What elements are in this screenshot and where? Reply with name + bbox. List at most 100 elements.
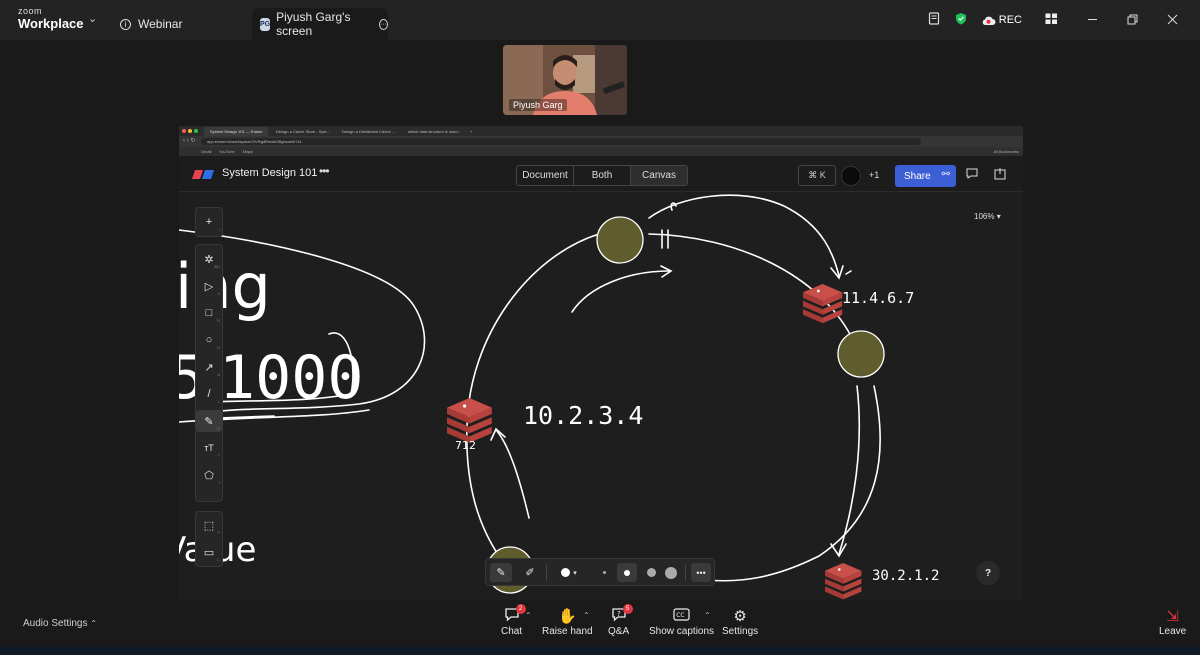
view-grid-icon[interactable]: [1045, 13, 1058, 28]
stroke-l-option[interactable]: [662, 563, 680, 582]
zoom-level[interactable]: 106% ▾: [974, 212, 1001, 221]
comments-icon[interactable]: [966, 168, 978, 182]
chevron-up-icon[interactable]: ⌃: [525, 611, 532, 620]
redis-server-icon[interactable]: [803, 284, 843, 324]
chevron-up-icon[interactable]: ⌃: [704, 611, 711, 620]
record-button[interactable]: REC: [981, 14, 1022, 26]
pen-icon: ✎: [204, 415, 214, 428]
stroke-m-option[interactable]: [642, 563, 660, 582]
tool-arrow[interactable]: ↗ A: [196, 356, 222, 378]
document-title[interactable]: System Design 101: [222, 167, 317, 179]
bookmark-item[interactable]: YouTube: [219, 147, 235, 156]
color-picker[interactable]: ▾: [554, 563, 584, 582]
pen-icon[interactable]: ✎: [490, 563, 512, 582]
canvas-text[interactable]: 1000: [219, 343, 364, 413]
arrow-icon: ↗: [204, 361, 214, 374]
redis-server-icon[interactable]: [447, 398, 492, 443]
participant-name: Piyush Garg: [509, 99, 567, 111]
tool-add[interactable]: + /: [196, 211, 222, 233]
highlighter-icon[interactable]: ✐: [520, 563, 540, 582]
more-options-icon[interactable]: ···: [379, 18, 388, 30]
browser-close-icon[interactable]: [182, 129, 186, 133]
hash-ring-node[interactable]: [596, 216, 644, 264]
plus-icon: +: [205, 216, 213, 228]
bookmark-item[interactable]: Gmail: [201, 147, 211, 156]
export-icon[interactable]: [994, 168, 1006, 183]
browser-minimize-icon[interactable]: [188, 129, 192, 133]
tab-shared-screen[interactable]: PG Piyush Garg's screen ···: [252, 8, 388, 40]
tool-rectangle[interactable]: □ R: [196, 302, 222, 324]
canvas-text[interactable]: ing: [179, 250, 271, 323]
question-icon: ? 5: [611, 604, 633, 626]
notes-icon[interactable]: [928, 12, 941, 28]
settings-button[interactable]: ⚙ Settings: [722, 607, 758, 637]
tool-shapes[interactable]: ⬠ I: [196, 464, 222, 486]
view-mode-document[interactable]: Document: [517, 166, 574, 185]
browser-maximize-icon[interactable]: [194, 129, 198, 133]
browser-tab[interactable]: which data structure is used...: [402, 127, 466, 136]
chevron-up-icon[interactable]: ⌃: [583, 611, 590, 620]
browser-tab[interactable]: System Design 101 — Eraser: [204, 127, 268, 136]
minimize-icon[interactable]: [1087, 13, 1098, 28]
server-ip-label[interactable]: 10.2.3.4: [523, 401, 643, 430]
view-mode-both[interactable]: Both: [574, 166, 631, 185]
tool-text[interactable]: ᴛT T: [196, 437, 222, 459]
tab-webinar[interactable]: i Webinar: [120, 8, 182, 40]
tool-ai[interactable]: ✲ ⌘J: [196, 248, 222, 270]
share-button[interactable]: Share ⚯: [895, 165, 956, 187]
tool-select[interactable]: ▷ V: [196, 275, 222, 297]
close-icon[interactable]: [1167, 13, 1178, 28]
browser-tab[interactable]: Design a Distributed Cache ...: [336, 127, 400, 136]
qa-button[interactable]: ? 5 Q&A: [608, 604, 633, 637]
more-icon[interactable]: •••: [319, 164, 330, 178]
chat-button[interactable]: 2 Chat: [501, 604, 526, 637]
hash-ring-node[interactable]: [837, 330, 885, 378]
server-ip-label[interactable]: 30.2.1.2: [872, 568, 939, 584]
tool-pen[interactable]: ✎ P: [196, 410, 222, 432]
zoom-level-value: 106%: [974, 212, 995, 221]
more-options-icon[interactable]: •••: [691, 563, 711, 582]
participant-video-thumbnail[interactable]: Piyush Garg: [503, 45, 627, 115]
collaborator-count[interactable]: +1: [869, 170, 879, 180]
security-shield-icon[interactable]: [955, 12, 967, 28]
leave-icon: ⇲: [1166, 608, 1179, 625]
bookmarks-bar: Gmail YouTube Maps All Bookmarks: [179, 147, 1023, 156]
url-input[interactable]: app.eraser.io/workspace/2rVRgdRmwh2Bghso…: [201, 138, 921, 145]
restore-icon[interactable]: [1127, 13, 1138, 28]
all-bookmarks[interactable]: All Bookmarks: [993, 147, 1019, 156]
gear-icon: ⚙: [733, 608, 747, 625]
help-button[interactable]: ?: [976, 561, 1000, 585]
link-icon[interactable]: ⚯: [942, 169, 950, 180]
canvas-text[interactable]: 712: [455, 439, 476, 452]
eraser-header: System Design 101 ••• Document Both Canv…: [179, 156, 1023, 192]
add-palette: + /: [195, 207, 223, 237]
collaborator-avatar[interactable]: [841, 166, 861, 186]
tool-frame[interactable]: ⬚ F: [196, 514, 222, 536]
new-tab-icon[interactable]: +: [468, 127, 478, 136]
view-mode-canvas[interactable]: Canvas: [631, 166, 687, 185]
tool-comment[interactable]: ▭ C: [196, 541, 222, 563]
bookmark-item[interactable]: Maps: [243, 147, 253, 156]
browser-tab-strip: System Design 101 — Eraser Design a Cach…: [179, 126, 1023, 136]
server-ip-label[interactable]: 11.4.6.7: [842, 289, 914, 307]
chevron-down-icon[interactable]: ⌄: [88, 12, 97, 25]
browser-tab[interactable]: Design a Cache Store - Syst...: [270, 127, 334, 136]
audio-settings-button[interactable]: Audio Settings ⌃: [23, 618, 97, 629]
white-color-swatch: [561, 568, 571, 577]
shortcut-key: ⌘J: [214, 264, 220, 269]
leave-button[interactable]: ⇲ Leave: [1159, 607, 1186, 637]
shortcut-key: L: [217, 399, 220, 404]
zoom-workplace-logo[interactable]: zoom Workplace: [18, 7, 84, 31]
stroke-s-option[interactable]: [617, 563, 637, 582]
pen-options-toolbar: ✎ ✐ ▾ •••: [485, 558, 715, 586]
eraser-logo-icon[interactable]: [192, 170, 214, 179]
drawing-canvas[interactable]: ing 5 1000 Value 10.2.3.4 11.4.6.7 30.2.…: [179, 192, 1023, 601]
stroke-xs-option[interactable]: [598, 563, 610, 582]
command-palette-button[interactable]: ⌘ K: [798, 165, 836, 186]
tool-ellipse[interactable]: ○ O: [196, 329, 222, 351]
redis-server-icon[interactable]: [825, 563, 862, 600]
nav-arrows-icon[interactable]: ‹ › ↻: [183, 137, 195, 144]
tool-line[interactable]: / L: [196, 383, 222, 405]
shapes-icon: ⬠: [204, 469, 214, 482]
zoom-title-bar: zoom Workplace ⌄ i Webinar PG Piyush Gar…: [0, 0, 1200, 40]
